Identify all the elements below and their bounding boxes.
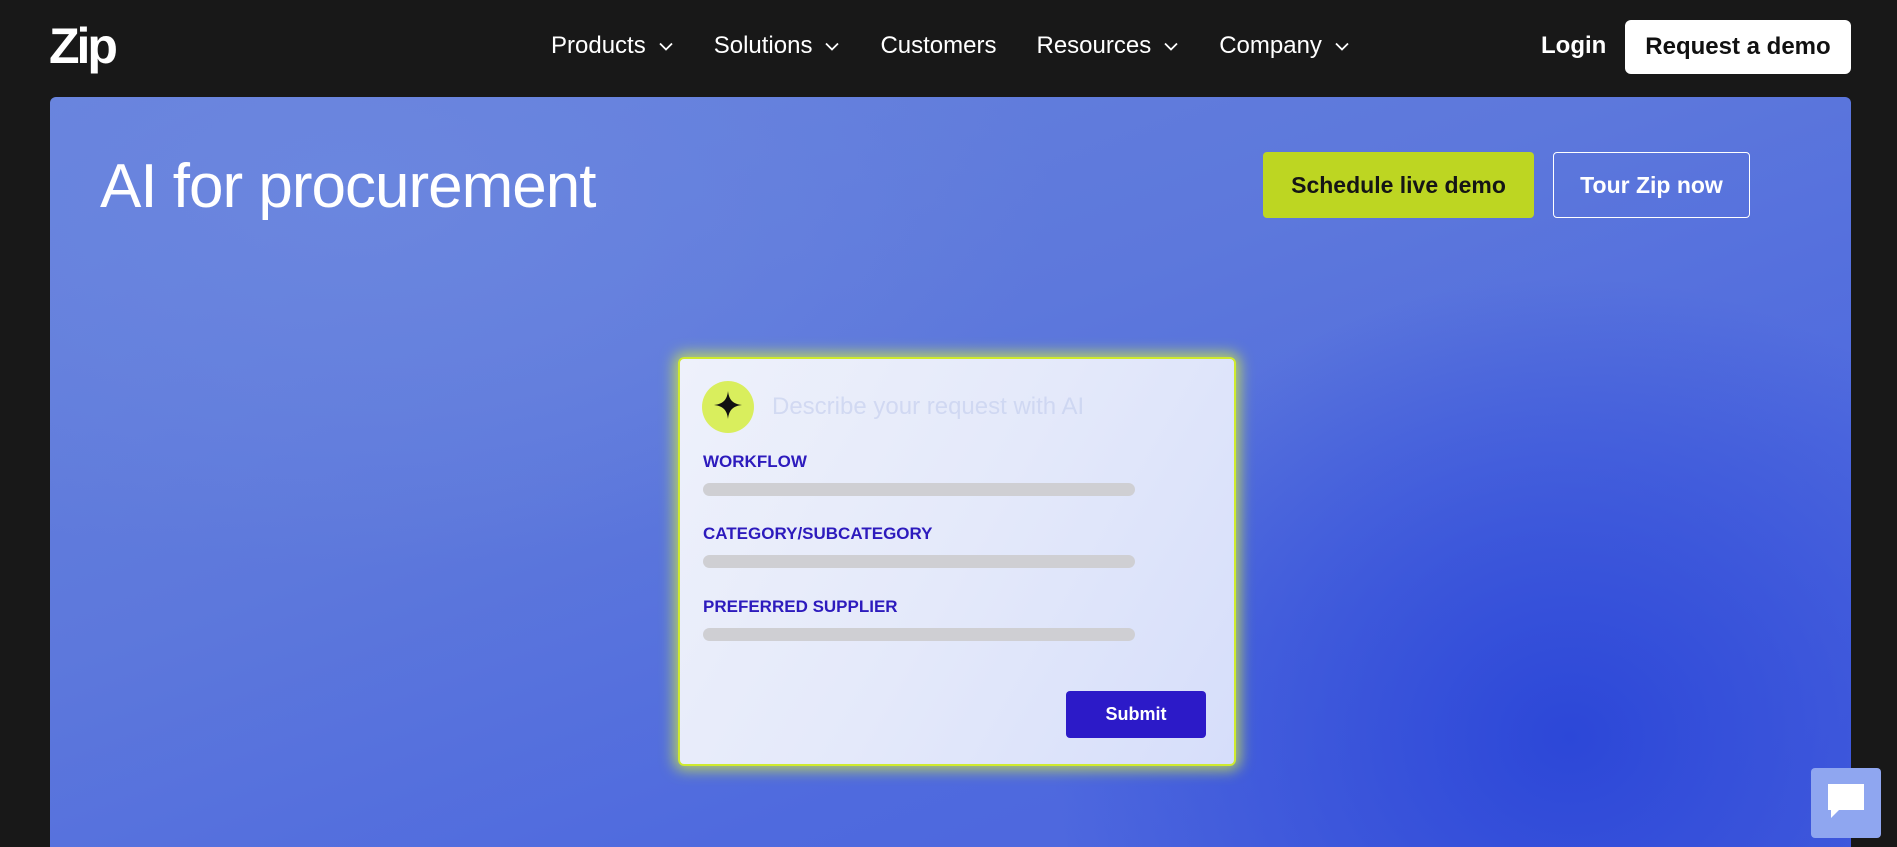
submit-button[interactable]: Submit: [1066, 691, 1206, 738]
tour-zip-button[interactable]: Tour Zip now: [1553, 152, 1750, 218]
field-input-preferred-supplier[interactable]: [703, 628, 1135, 641]
field-label-workflow: WORKFLOW: [703, 452, 807, 471]
nav-item-company[interactable]: Company: [1219, 26, 1350, 66]
chat-widget-button[interactable]: [1811, 768, 1881, 838]
chevron-down-icon: [1334, 38, 1350, 54]
nav-item-label: Customers: [880, 32, 997, 59]
ai-request-hint: Describe your request with AI: [772, 393, 1085, 420]
nav-item-customers[interactable]: Customers: [880, 26, 996, 66]
top-navigation-bar: Zip Products Solutions Customers Resourc…: [0, 0, 1897, 97]
nav-item-label: Company: [1219, 32, 1322, 59]
field-input-workflow[interactable]: [703, 483, 1135, 496]
chevron-down-icon: [658, 38, 674, 54]
main-nav: Products Solutions Customers Resources C…: [551, 26, 1390, 66]
nav-item-label: Solutions: [713, 32, 813, 59]
chat-bubble-icon: [1825, 780, 1867, 827]
nav-item-solutions[interactable]: Solutions: [714, 26, 841, 66]
sparkle-icon: [713, 390, 743, 425]
zip-logo[interactable]: Zip: [49, 18, 118, 74]
chevron-down-icon: [824, 38, 840, 54]
field-label-preferred-supplier: PREFERRED SUPPLIER: [703, 597, 898, 616]
page-title: AI for procurement: [100, 152, 596, 221]
ai-badge: [702, 381, 754, 433]
nav-item-label: Products: [551, 32, 646, 59]
nav-item-resources[interactable]: Resources: [1036, 26, 1179, 66]
nav-item-label: Resources: [1036, 32, 1152, 59]
field-label-category: CATEGORY/SUBCATEGORY: [703, 524, 933, 543]
nav-item-products[interactable]: Products: [551, 26, 674, 66]
ai-request-form-card: Describe your request with AI WORKFLOW C…: [678, 357, 1236, 766]
request-demo-button[interactable]: Request a demo: [1625, 20, 1851, 74]
chevron-down-icon: [1163, 38, 1179, 54]
hero-section: AI for procurement Schedule live demo To…: [50, 97, 1851, 847]
field-input-category[interactable]: [703, 555, 1135, 568]
schedule-demo-button[interactable]: Schedule live demo: [1263, 152, 1534, 218]
login-link[interactable]: Login: [1541, 26, 1606, 66]
